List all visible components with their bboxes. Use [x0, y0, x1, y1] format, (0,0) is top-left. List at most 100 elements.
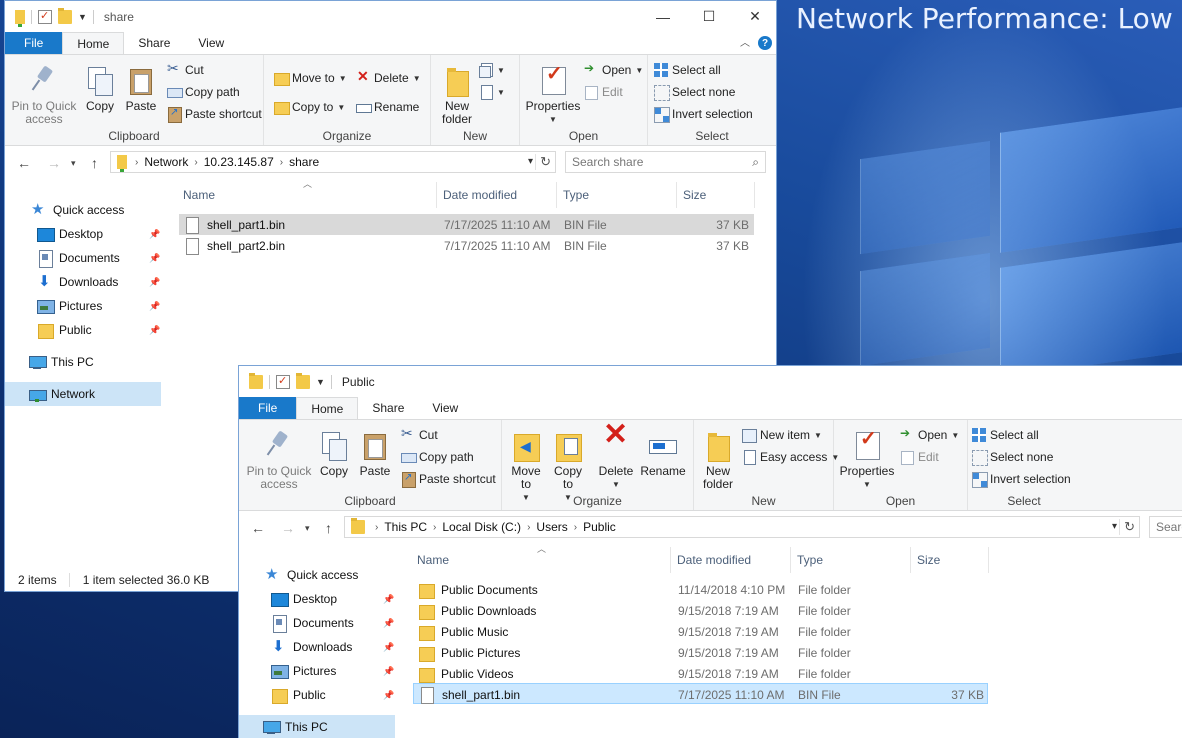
pin-to-quick-access-button[interactable]: Pin to Quick access — [243, 430, 315, 491]
breadcrumb-host[interactable]: 10.23.145.87 — [204, 155, 274, 169]
column-header-date[interactable]: Date modified — [437, 182, 557, 208]
file-row[interactable]: shell_part1.bin 7/17/2025 11:10 AM BIN F… — [179, 214, 754, 235]
forward-arrow-icon[interactable]: → — [47, 155, 61, 171]
copy-to-button[interactable]: Copy to ▼ — [550, 430, 586, 504]
edit-button[interactable]: Edit — [584, 85, 623, 100]
new-folder-icon[interactable] — [296, 372, 310, 389]
nav-this-pc[interactable]: This PC — [29, 350, 94, 374]
properties-button[interactable]: Properties ▼ — [524, 65, 582, 126]
pin-icon[interactable]: 📌 — [383, 666, 394, 677]
recent-locations-chevron-icon[interactable]: ▾ — [71, 158, 76, 169]
nav-downloads[interactable]: Downloads — [271, 635, 352, 659]
address-dropdown-icon[interactable]: ▾ — [528, 156, 533, 167]
folder-row[interactable]: Public Videos 9/15/2018 7:19 AM File fol… — [413, 663, 988, 684]
search-input[interactable]: Search — [1149, 516, 1182, 538]
copy-path-button[interactable]: Copy path — [167, 85, 240, 99]
copy-button[interactable]: Copy — [83, 65, 117, 113]
pin-icon[interactable]: 📌 — [383, 594, 394, 605]
close-button[interactable]: ✕ — [732, 1, 776, 32]
title-bar[interactable]: ▼ Public — [239, 366, 1182, 397]
paste-button[interactable]: Paste — [357, 430, 393, 478]
nav-pictures[interactable]: Pictures — [271, 659, 336, 683]
nav-desktop[interactable]: Desktop — [37, 222, 103, 246]
refresh-icon[interactable]: ↻ — [1119, 519, 1135, 535]
minimize-button[interactable]: — — [640, 1, 686, 32]
tab-view[interactable]: View — [418, 397, 472, 419]
column-header-type[interactable]: Type — [557, 182, 677, 208]
nav-public[interactable]: Public — [271, 683, 326, 707]
file-row[interactable]: shell_part2.bin 7/17/2025 11:10 AM BIN F… — [179, 235, 754, 256]
address-dropdown-icon[interactable]: ▾ — [1112, 521, 1117, 532]
file-row[interactable]: shell_part1.bin 7/17/2025 11:10 AM BIN F… — [413, 683, 988, 704]
tab-view[interactable]: View — [184, 32, 238, 54]
nav-documents[interactable]: Documents — [37, 246, 120, 270]
tab-file[interactable]: File — [5, 32, 63, 54]
new-items-button[interactable]: ▼ — [479, 63, 505, 78]
edit-button[interactable]: Edit — [900, 450, 939, 465]
collapse-ribbon-chevron-icon[interactable]: ︿ — [740, 34, 750, 49]
delete-button[interactable]: Delete ▼ — [356, 68, 421, 85]
pin-icon[interactable]: 📌 — [383, 690, 394, 701]
rename-button[interactable]: Rename — [640, 430, 686, 478]
cut-button[interactable]: Cut — [167, 60, 204, 77]
pin-icon[interactable]: 📌 — [149, 229, 160, 240]
column-header-type[interactable]: Type — [791, 547, 911, 573]
folder-row[interactable]: Public Pictures 9/15/2018 7:19 AM File f… — [413, 642, 988, 663]
pin-icon[interactable]: 📌 — [149, 301, 160, 312]
breadcrumb-public[interactable]: Public — [583, 520, 616, 534]
copy-path-button[interactable]: Copy path — [401, 450, 474, 464]
pin-icon[interactable]: 📌 — [149, 325, 160, 336]
nav-public[interactable]: Public — [37, 318, 92, 342]
tab-home[interactable]: Home — [62, 32, 125, 54]
select-none-button[interactable]: Select none — [654, 85, 735, 101]
move-to-button[interactable]: Move to ▼ — [508, 430, 544, 504]
customize-toolbar-chevron-icon[interactable]: ▼ — [78, 12, 87, 22]
easy-access-button[interactable]: ▼ — [479, 85, 505, 100]
breadcrumb-this-pc[interactable]: This PC — [384, 520, 427, 534]
tab-file[interactable]: File — [239, 397, 297, 419]
search-icon[interactable]: ⌕ — [752, 155, 759, 170]
address-bar[interactable]: › This PC › Local Disk (C:) › Users › Pu… — [344, 516, 1140, 538]
new-folder-icon[interactable] — [58, 7, 72, 24]
breadcrumb-users[interactable]: Users — [536, 520, 567, 534]
forward-arrow-icon[interactable]: → — [281, 520, 295, 536]
folder-row[interactable]: Public Downloads 9/15/2018 7:19 AM File … — [413, 600, 988, 621]
pin-to-quick-access-button[interactable]: Pin to Quick access — [9, 65, 79, 126]
tab-share[interactable]: Share — [358, 397, 418, 419]
refresh-icon[interactable]: ↻ — [535, 154, 551, 170]
up-arrow-icon[interactable]: ↑ — [325, 520, 332, 536]
explorer-window-public[interactable]: ▼ Public File Home Share View Pin to Qui… — [238, 365, 1182, 738]
column-header-size[interactable]: Size — [677, 182, 755, 208]
invert-selection-button[interactable]: Invert selection — [972, 472, 1071, 488]
paste-shortcut-button[interactable]: Paste shortcut — [167, 107, 262, 123]
breadcrumb-local-disk[interactable]: Local Disk (C:) — [442, 520, 521, 534]
pin-icon[interactable]: 📌 — [383, 618, 394, 629]
maximize-button[interactable]: ☐ — [686, 1, 732, 32]
nav-quick-access[interactable]: Quick access — [265, 563, 358, 587]
nav-network[interactable]: Network — [5, 382, 161, 406]
up-arrow-icon[interactable]: ↑ — [91, 155, 98, 171]
pin-icon[interactable]: 📌 — [383, 642, 394, 653]
pin-icon[interactable]: 📌 — [149, 277, 160, 288]
open-button[interactable]: Open ▼ — [584, 61, 643, 77]
folder-row[interactable]: Public Music 9/15/2018 7:19 AM File fold… — [413, 621, 988, 642]
properties-icon[interactable] — [38, 9, 52, 24]
breadcrumb-share[interactable]: share — [289, 155, 319, 169]
cut-button[interactable]: Cut — [401, 425, 438, 442]
copy-button[interactable]: Copy — [317, 430, 351, 478]
paste-button[interactable]: Paste — [123, 65, 159, 113]
back-arrow-icon[interactable]: ← — [17, 155, 31, 171]
delete-button[interactable]: Delete ▼ — [596, 428, 636, 491]
select-all-button[interactable]: Select all — [972, 428, 1039, 442]
tab-home[interactable]: Home — [296, 397, 359, 419]
nav-pictures[interactable]: Pictures — [37, 294, 102, 318]
easy-access-button[interactable]: Easy access ▼ — [742, 450, 839, 465]
column-header-date[interactable]: Date modified — [671, 547, 791, 573]
properties-button[interactable]: Properties ▼ — [838, 430, 896, 491]
nav-downloads[interactable]: Downloads — [37, 270, 118, 294]
paste-shortcut-button[interactable]: Paste shortcut — [401, 472, 496, 488]
folder-row[interactable]: Public Documents 11/14/2018 4:10 PM File… — [413, 579, 988, 600]
open-button[interactable]: Open ▼ — [900, 426, 959, 442]
breadcrumb-network[interactable]: Network — [144, 155, 188, 169]
rename-button[interactable]: Rename — [356, 100, 419, 114]
